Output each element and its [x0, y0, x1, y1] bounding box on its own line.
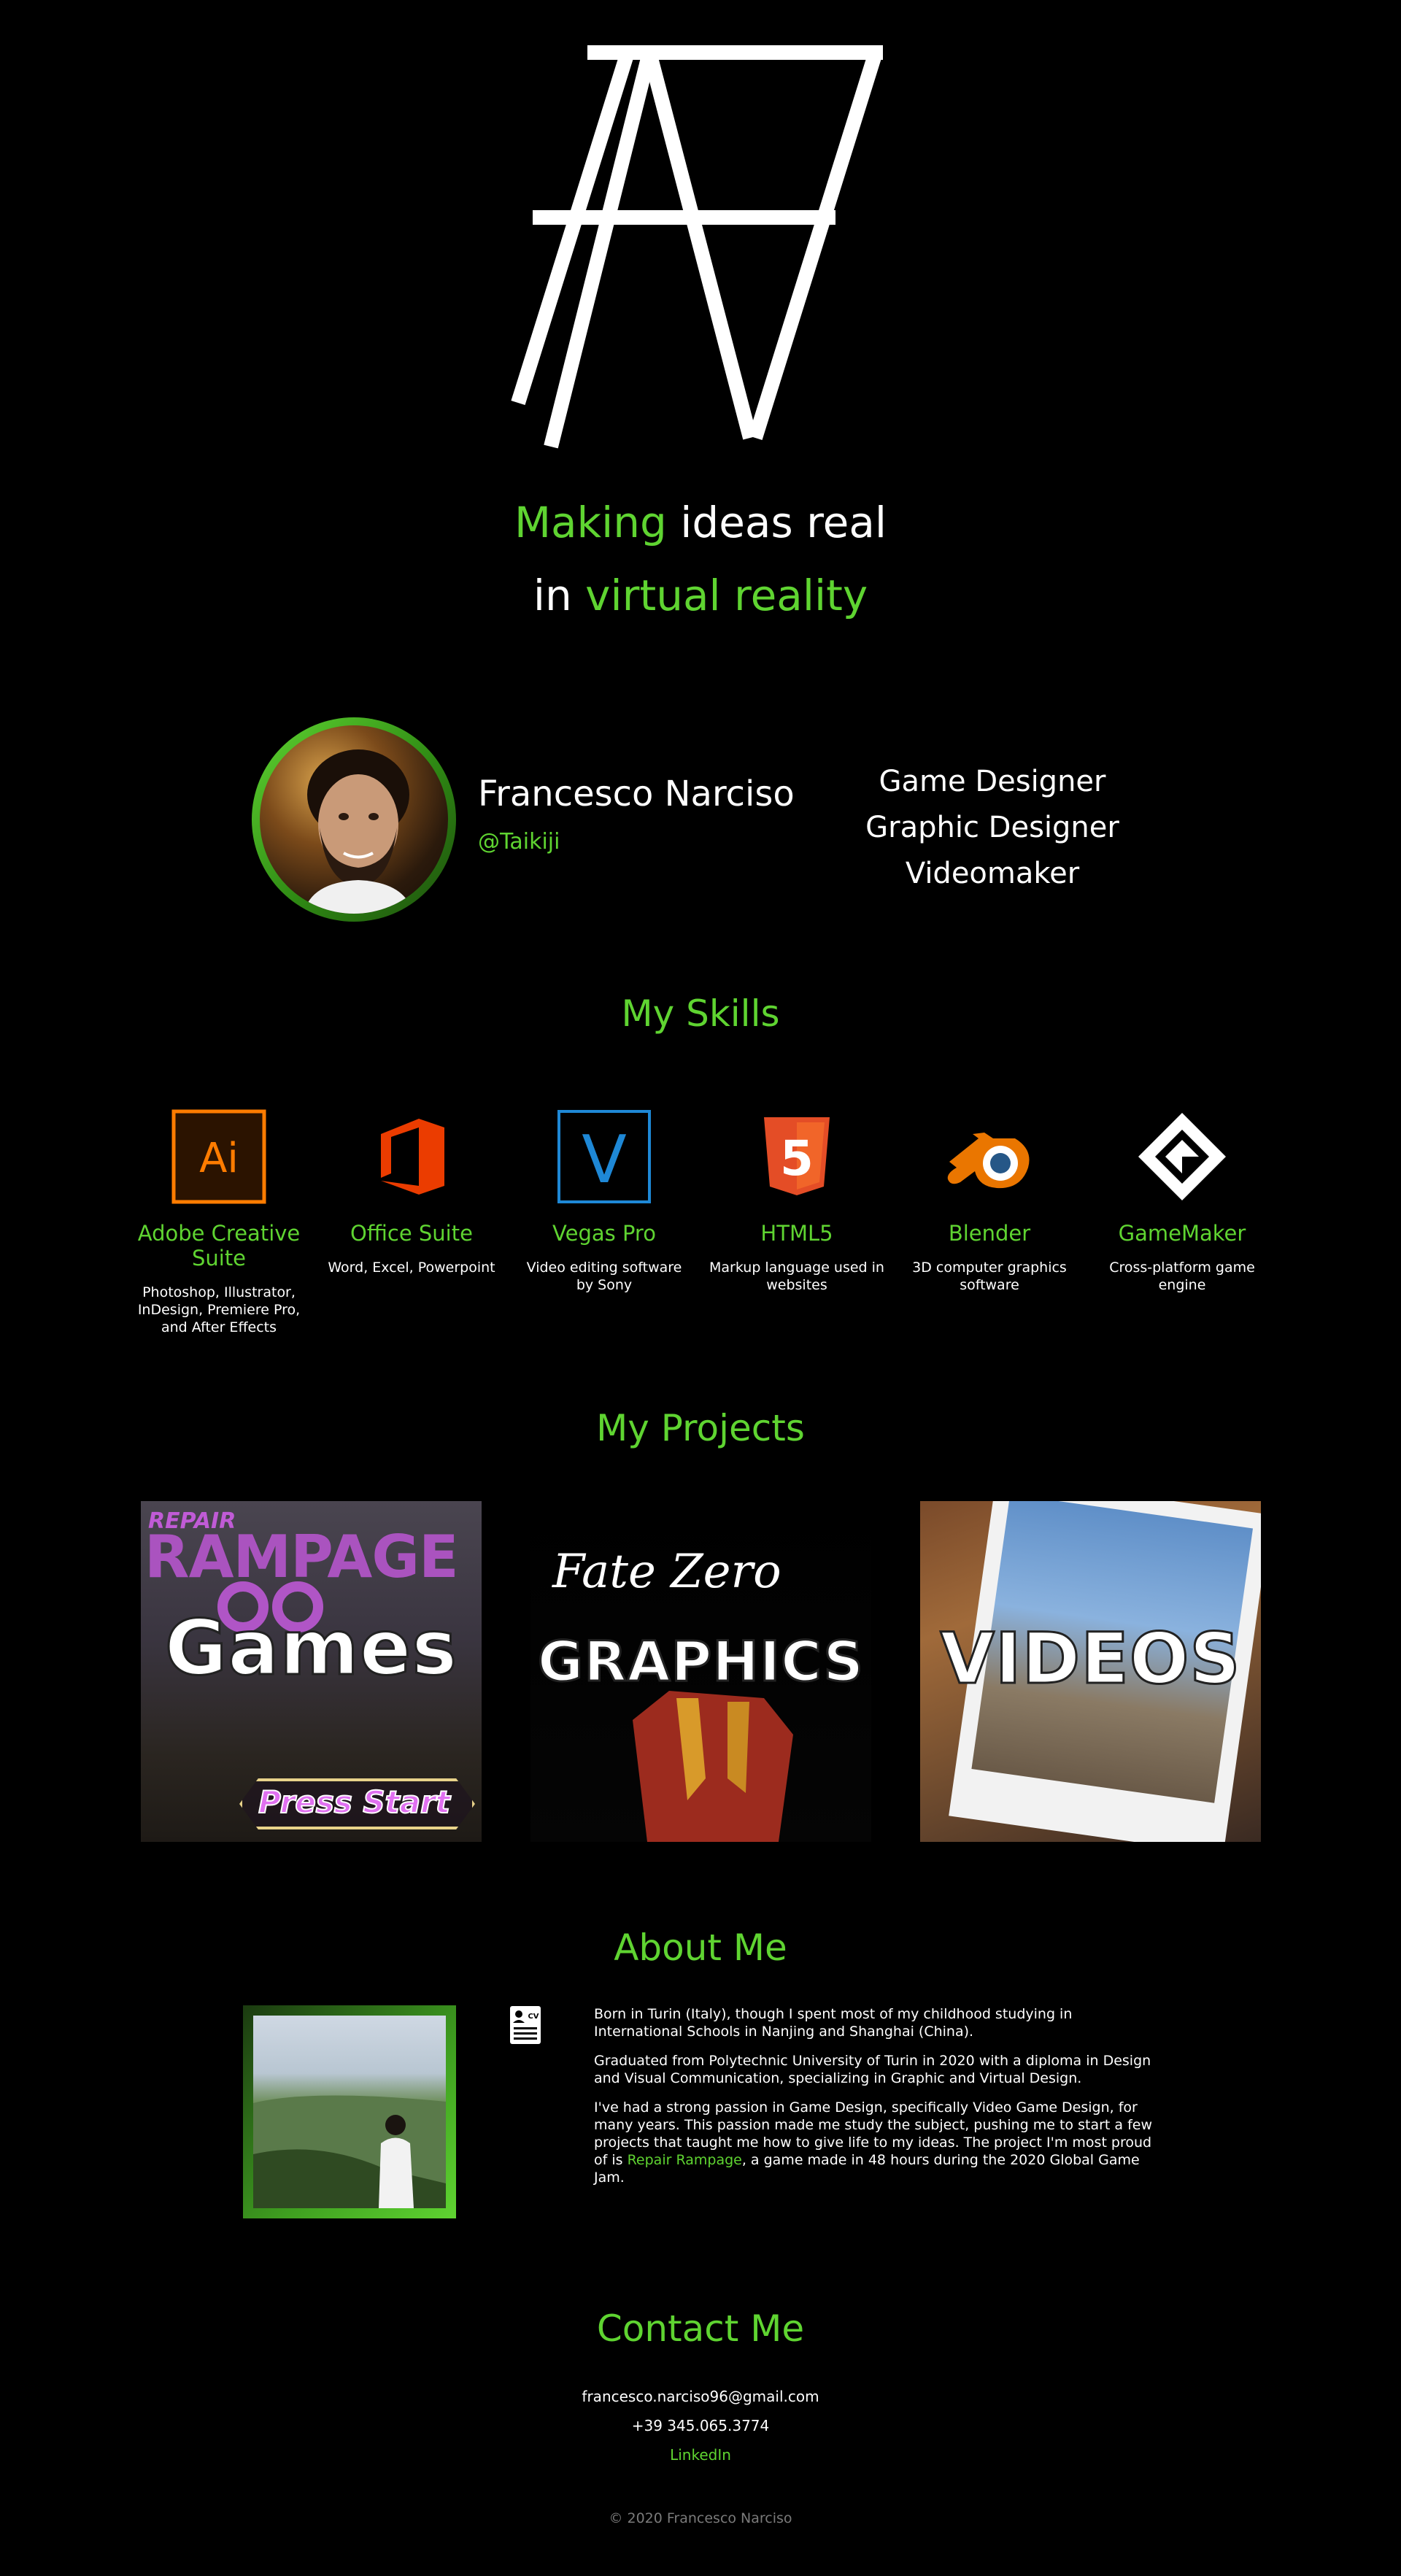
- svg-text:V: V: [582, 1122, 627, 1198]
- skill-desc: Markup language used in websites: [709, 1260, 884, 1293]
- project-card-graphics[interactable]: Fate Zero GRAPHICS: [530, 1501, 871, 1842]
- svg-text:Ai: Ai: [199, 1135, 239, 1182]
- project-label-graphics: GRAPHICS: [536, 1628, 865, 1695]
- skill-name: Adobe Creative Suite: [137, 1221, 301, 1270]
- skill-name: HTML5: [760, 1221, 833, 1246]
- tagline-accent-virtual-reality: virtual reality: [585, 571, 868, 620]
- skill-gamemaker: GameMaker Cross-platform game engine: [1095, 1106, 1270, 1294]
- skill-name: GameMaker: [1118, 1221, 1246, 1246]
- tagline-accent-making: Making: [514, 498, 667, 547]
- avatar-photo: [260, 725, 448, 914]
- skill-office-suite: Office Suite Word, Excel, Powerpoint: [324, 1106, 499, 1276]
- skill-desc: Photoshop, Illustrator, InDesign, Premie…: [137, 1284, 301, 1335]
- skills-title: My Skills: [621, 992, 780, 1035]
- cv-icon[interactable]: CV: [509, 2005, 541, 2045]
- tagline-line-2: in virtual reality: [0, 571, 1401, 620]
- avatar: [252, 717, 456, 922]
- html5-icon: 5: [746, 1106, 848, 1208]
- tagline-in: in: [533, 571, 572, 620]
- fn-monogram-logo[interactable]: [511, 44, 890, 452]
- about-paragraph-3: I've had a strong passion in Game Design…: [594, 2099, 1156, 2186]
- about-photo: [243, 2005, 456, 2218]
- skill-html5: 5 HTML5 Markup language used in websites: [709, 1106, 884, 1294]
- about-text: Born in Turin (Italy), though I spent mo…: [594, 2005, 1156, 2198]
- skill-vegas-pro: V Vegas Pro Video editing software by So…: [517, 1106, 692, 1294]
- repair-rampage-link[interactable]: Repair Rampage: [628, 2152, 742, 2168]
- project-card-games[interactable]: REPAIR RAMPAGE Games Press Start: [141, 1501, 482, 1842]
- skill-desc: Cross-platform game engine: [1109, 1260, 1255, 1293]
- skill-desc: Word, Excel, Powerpoint: [328, 1260, 495, 1276]
- press-start-text: Press Start: [258, 1783, 451, 1821]
- skill-desc: Video editing software by Sony: [526, 1260, 682, 1293]
- contact-title: Contact Me: [596, 2307, 805, 2350]
- contact-email[interactable]: francesco.narciso96@gmail.com: [0, 2388, 1401, 2405]
- role-videomaker: Videomaker: [905, 857, 1080, 890]
- skill-blender: Blender 3D computer graphics software: [902, 1106, 1077, 1294]
- tagline-line-1: Making ideas real: [0, 498, 1401, 547]
- project-label-games: Games: [163, 1603, 458, 1694]
- skill-name: Blender: [948, 1221, 1031, 1246]
- about-title: About Me: [614, 1927, 787, 1969]
- role-game-designer: Game Designer: [879, 765, 1106, 798]
- projects-title: My Projects: [596, 1407, 805, 1449]
- role-graphic-designer: Graphic Designer: [865, 811, 1119, 844]
- profile-name: Francesco Narciso: [478, 774, 795, 814]
- office-icon: [360, 1106, 463, 1208]
- skill-adobe-creative-suite: Ai Adobe Creative Suite Photoshop, Illus…: [131, 1106, 306, 1336]
- vegas-pro-icon: V: [553, 1106, 655, 1208]
- svg-text:CV: CV: [528, 2013, 539, 2021]
- linkedin-link[interactable]: LinkedIn: [0, 2446, 1401, 2464]
- skill-name: Vegas Pro: [552, 1221, 656, 1246]
- adobe-illustrator-icon: Ai: [168, 1106, 270, 1208]
- skill-desc: 3D computer graphics software: [912, 1260, 1067, 1293]
- profile-handle[interactable]: @Taikiji: [478, 829, 560, 855]
- blender-icon: [938, 1106, 1041, 1208]
- footer-copyright: © 2020 Francesco Narciso: [609, 2510, 792, 2526]
- contact-phone[interactable]: +39 345.065.3774: [0, 2417, 1401, 2434]
- svg-text:5: 5: [780, 1130, 814, 1187]
- tagline-ideas-real: ideas real: [680, 498, 887, 547]
- gamemaker-icon: [1131, 1106, 1233, 1208]
- project-art-title: Fate Zero: [552, 1545, 781, 1599]
- profile-roles: Game Designer Graphic Designer Videomake…: [846, 759, 1138, 897]
- about-photo-image: [253, 2016, 446, 2208]
- project-label-videos: VIDEOS: [939, 1617, 1241, 1701]
- about-paragraph-2: Graduated from Polytechnic University of…: [594, 2053, 1151, 2086]
- project-card-videos[interactable]: VIDEOS: [920, 1501, 1261, 1842]
- skill-name: Office Suite: [350, 1221, 473, 1246]
- about-paragraph-1: Born in Turin (Italy), though I spent mo…: [594, 2006, 1073, 2040]
